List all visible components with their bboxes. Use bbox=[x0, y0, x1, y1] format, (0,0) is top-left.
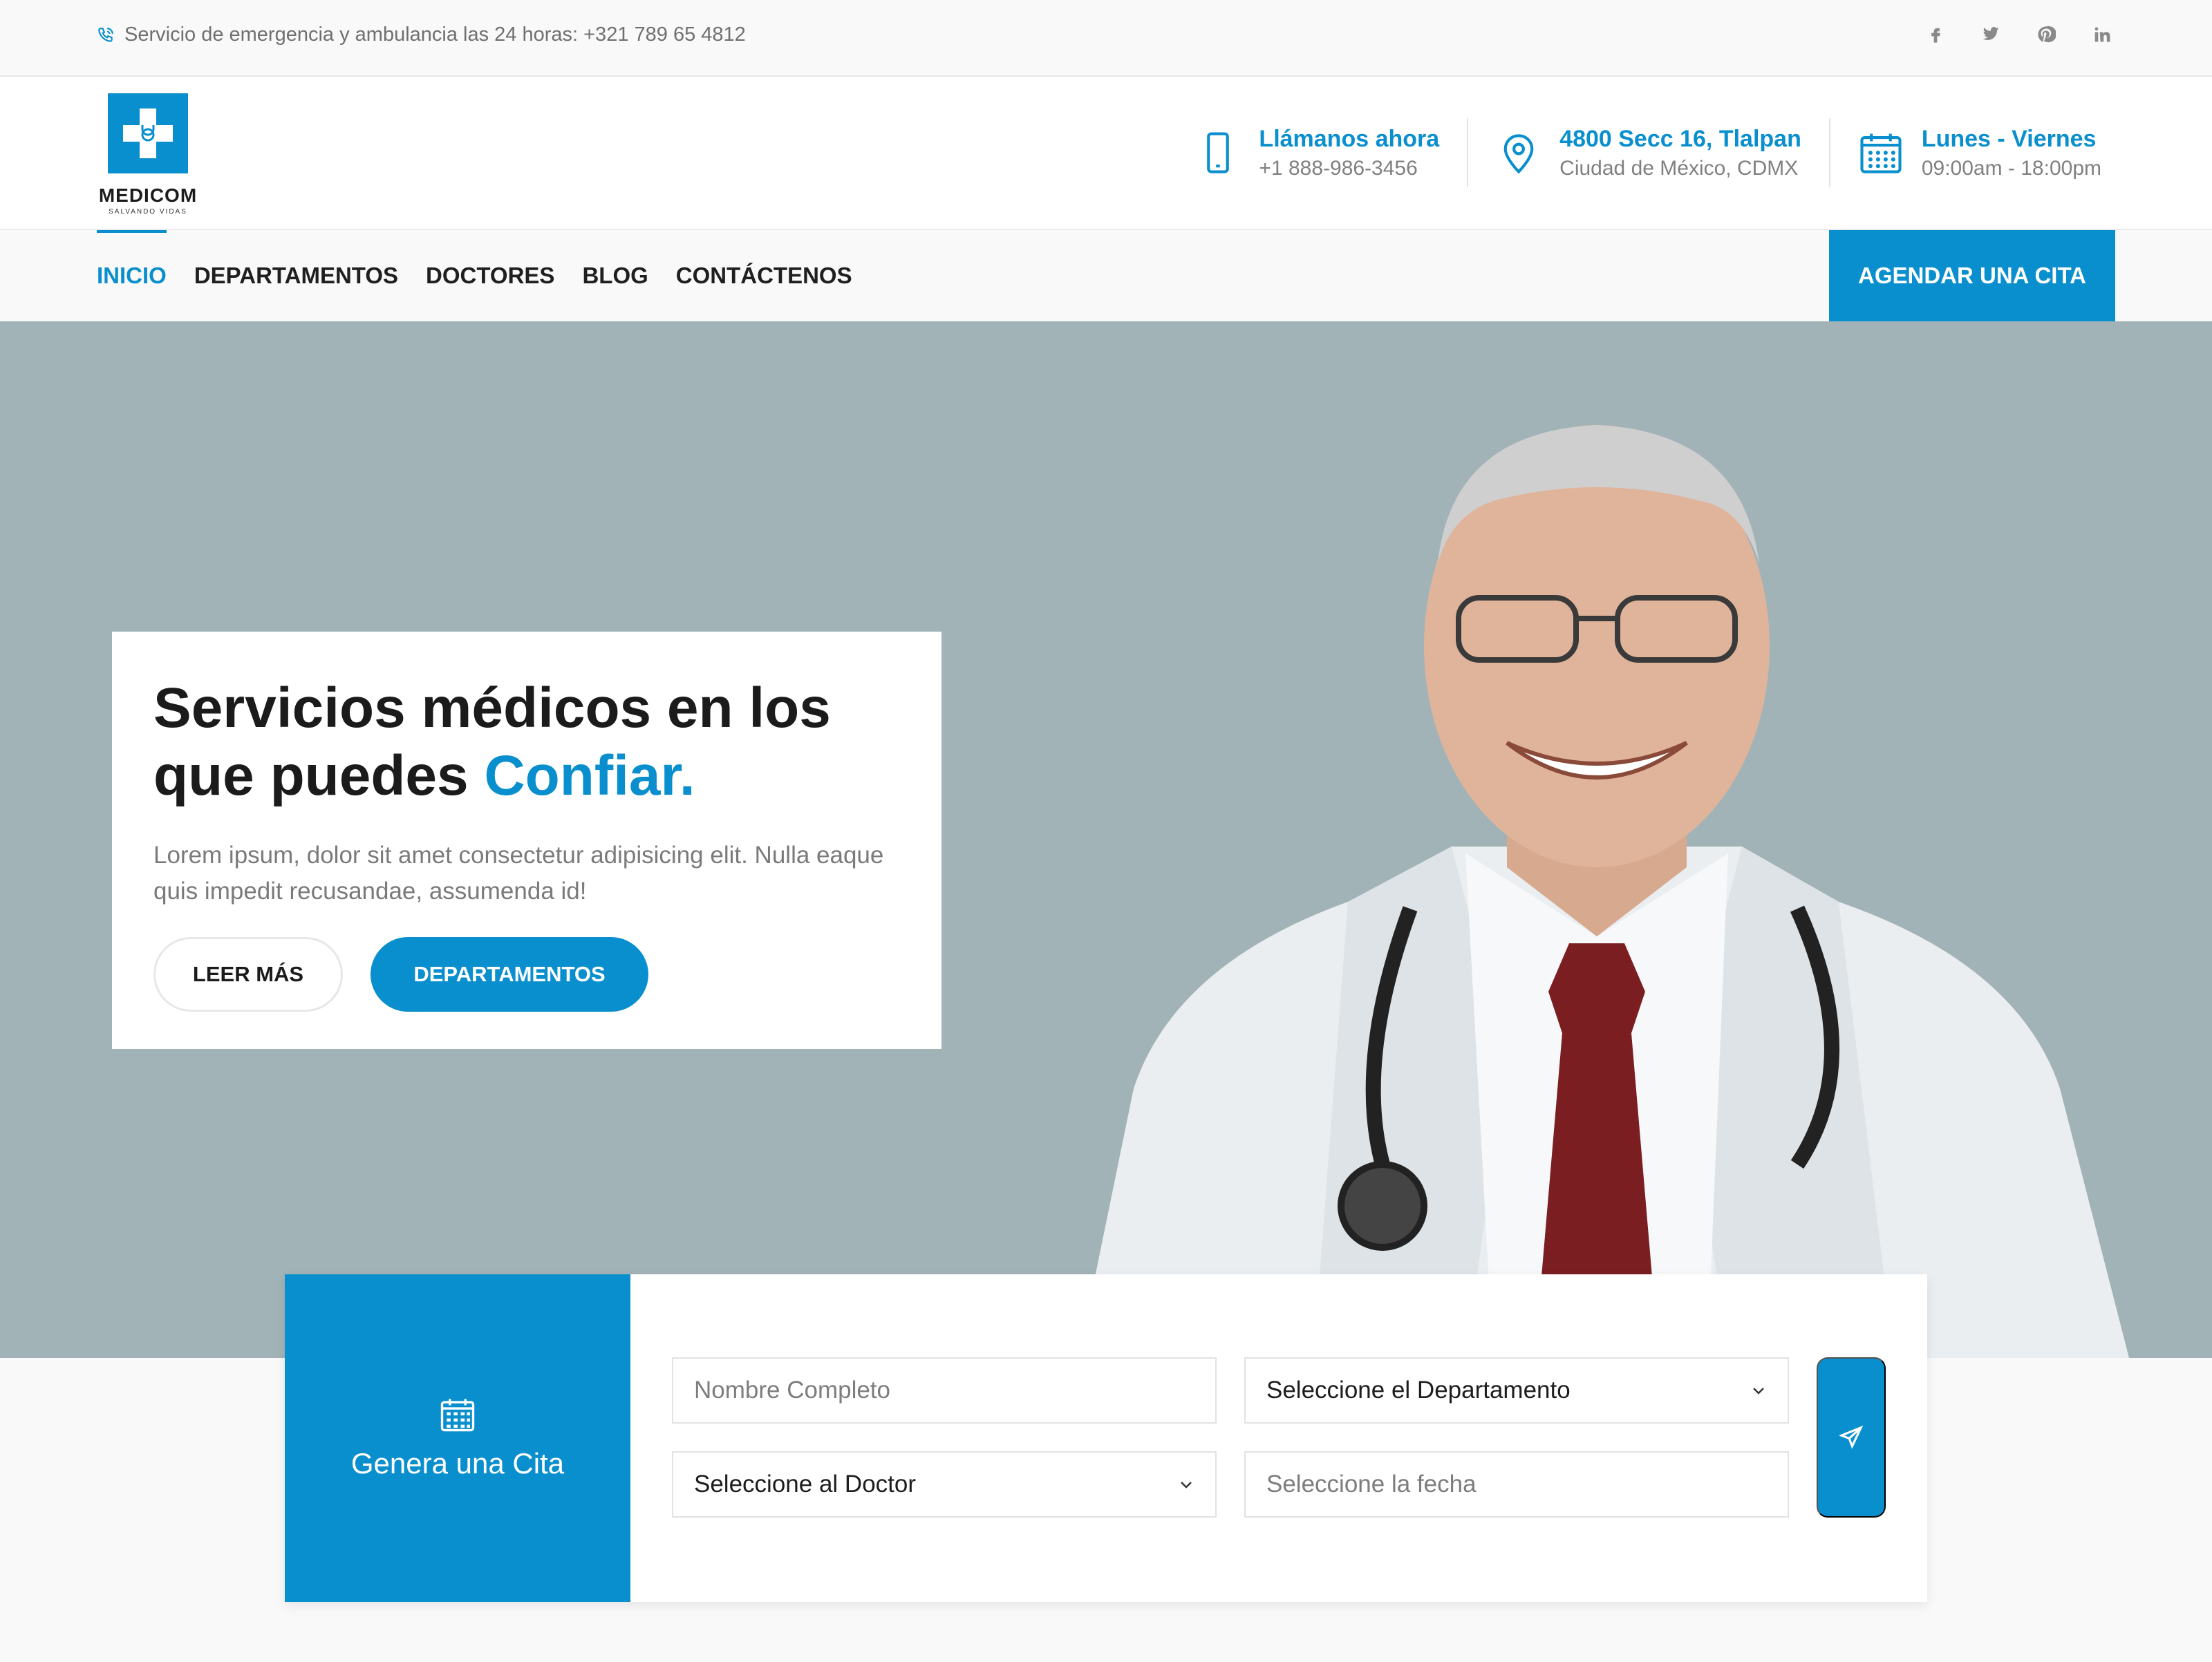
department-select[interactable]: Seleccione el Departamento bbox=[1244, 1357, 1789, 1424]
submit-appointment-button[interactable] bbox=[1817, 1357, 1886, 1518]
logo-tagline: SALVANDO VIDAS bbox=[109, 208, 187, 216]
info-hours-title: Lunes - Viernes bbox=[1921, 125, 2097, 152]
paper-plane-icon bbox=[1839, 1426, 1863, 1449]
info-call-title: Llámanos ahora bbox=[1259, 125, 1440, 152]
hero-title-accent: Confiar. bbox=[484, 744, 695, 807]
header-info: Llámanos ahora +1 888-986-3456 4800 Secc… bbox=[1168, 118, 2115, 187]
book-appointment-button[interactable]: AGENDAR UNA CITA bbox=[1829, 230, 2115, 321]
full-name-placeholder: Nombre Completo bbox=[694, 1377, 890, 1404]
twitter-icon[interactable] bbox=[1977, 21, 2005, 48]
appointment-form: Genera una Cita Nombre Completo Seleccio… bbox=[285, 1274, 1927, 1602]
linkedin-icon[interactable] bbox=[2088, 21, 2115, 48]
hero-title: Servicios médicos en los que puedes Conf… bbox=[153, 674, 900, 810]
date-placeholder: Seleccione la fecha bbox=[1266, 1471, 1477, 1498]
facebook-icon[interactable] bbox=[1922, 21, 1949, 48]
info-hours-sub: 09:00am - 18:00pm bbox=[1921, 156, 2101, 180]
appointment-title: Genera una Cita bbox=[350, 1447, 565, 1480]
social-links bbox=[1922, 21, 2115, 48]
hero-title-line2: que puedes bbox=[153, 744, 485, 807]
read-more-button[interactable]: LEER MÁS bbox=[153, 937, 343, 1012]
site-header: MEDICOM SALVANDO VIDAS Llámanos ahora +1… bbox=[0, 77, 2212, 230]
phone-call-icon bbox=[98, 27, 113, 42]
chevron-down-icon bbox=[1181, 1482, 1192, 1489]
doctor-select-value: Seleccione al Doctor bbox=[694, 1471, 916, 1498]
info-hours[interactable]: Lunes - Viernes 09:00am - 18:00pm bbox=[1828, 118, 2115, 187]
hero-card: Servicios médicos en los que puedes Conf… bbox=[112, 632, 941, 1049]
location-pin-icon bbox=[1503, 134, 1534, 174]
emergency-text: Servicio de emergencia y ambulancia las … bbox=[124, 23, 746, 46]
logo-name: MEDICOM bbox=[98, 185, 198, 206]
chevron-down-icon bbox=[1753, 1388, 1764, 1395]
nav-links: INICIO DEPARTAMENTOS DOCTORES BLOG CONTÁ… bbox=[97, 230, 852, 321]
department-select-value: Seleccione el Departamento bbox=[1266, 1377, 1571, 1404]
doctor-select[interactable]: Seleccione al Doctor bbox=[672, 1451, 1217, 1518]
top-bar: Servicio de emergencia y ambulancia las … bbox=[0, 0, 2212, 77]
medical-cross-logo-icon bbox=[108, 93, 188, 173]
info-call[interactable]: Llámanos ahora +1 888-986-3456 bbox=[1168, 118, 1467, 187]
info-address-title: 4800 Secc 16, Tlalpan bbox=[1559, 125, 1801, 152]
emergency-info: Servicio de emergencia y ambulancia las … bbox=[97, 23, 746, 46]
hero-description: Lorem ipsum, dolor sit amet consectetur … bbox=[153, 842, 884, 905]
nav-item-inicio[interactable]: INICIO bbox=[97, 230, 167, 321]
date-input[interactable]: Seleccione la fecha bbox=[1244, 1451, 1789, 1518]
info-address-sub: Ciudad de México, CDMX bbox=[1559, 156, 1799, 180]
hero-section: Servicios médicos en los que puedes Conf… bbox=[0, 321, 2212, 1358]
info-address[interactable]: 4800 Secc 16, Tlalpan Ciudad de México, … bbox=[1467, 118, 1829, 187]
nav-item-blog[interactable]: BLOG bbox=[582, 230, 648, 321]
site-logo[interactable]: MEDICOM SALVANDO VIDAS bbox=[97, 93, 200, 216]
appointment-header: Genera una Cita bbox=[285, 1274, 630, 1602]
phone-icon bbox=[1207, 132, 1230, 173]
doctor-photo bbox=[1078, 425, 2129, 1358]
main-nav: INICIO DEPARTAMENTOS DOCTORES BLOG CONTÁ… bbox=[0, 230, 2212, 321]
nav-item-departamentos[interactable]: DEPARTAMENTOS bbox=[194, 230, 398, 321]
hero-title-line1: Servicios médicos en los bbox=[153, 677, 831, 739]
calendar-icon bbox=[440, 1399, 475, 1432]
info-call-sub: +1 888-986-3456 bbox=[1259, 156, 1418, 180]
pinterest-icon[interactable] bbox=[2032, 21, 2060, 48]
nav-item-contactenos[interactable]: CONTÁCTENOS bbox=[676, 230, 852, 321]
calendar-icon bbox=[1860, 133, 1902, 173]
nav-item-doctores[interactable]: DOCTORES bbox=[426, 230, 554, 321]
hero-buttons: LEER MÁS DEPARTAMENTOS bbox=[153, 937, 900, 1012]
departments-button[interactable]: DEPARTAMENTOS bbox=[371, 937, 648, 1012]
full-name-input[interactable]: Nombre Completo bbox=[672, 1357, 1217, 1424]
